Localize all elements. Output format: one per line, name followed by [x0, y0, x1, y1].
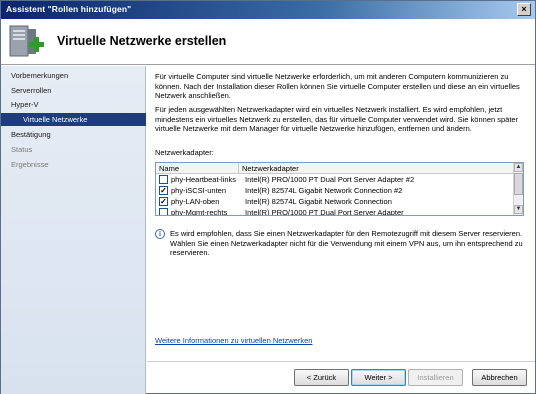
- sidebar-item-serverrollen[interactable]: Serverrollen: [1, 84, 146, 97]
- adapter-info-paragraph: Für jeden ausgewählten Netzwerkadapter w…: [155, 105, 519, 133]
- install-button: Installieren: [408, 369, 463, 386]
- info-icon: i: [155, 229, 165, 239]
- table-row[interactable]: ✓ phy-iSCSI-unten Intel(R) 82574L Gigabi…: [156, 185, 514, 196]
- column-header-adapter[interactable]: Netzwerkadapter: [239, 163, 514, 174]
- next-button[interactable]: Weiter >: [351, 369, 406, 386]
- row-checkbox[interactable]: ✓: [159, 186, 168, 195]
- close-icon[interactable]: ×: [517, 3, 531, 16]
- sidebar-item-vorbemerkungen[interactable]: Vorbemerkungen: [1, 69, 146, 82]
- wizard-header: Virtuelle Netzwerke erstellen: [1, 19, 535, 65]
- row-checkbox[interactable]: [159, 208, 168, 215]
- sidebar-item-bestaetigung[interactable]: Bestätigung: [1, 128, 146, 141]
- scroll-thumb[interactable]: [514, 173, 523, 195]
- cancel-button[interactable]: Abbrechen: [472, 369, 527, 386]
- page-title: Virtuelle Netzwerke erstellen: [57, 34, 227, 48]
- sidebar-item-virtuelle-netzwerke[interactable]: Virtuelle Netzwerke: [1, 113, 146, 126]
- adapters-label: Netzwerkadapter:: [155, 148, 214, 157]
- intro-paragraph: Für virtuelle Computer sind virtuelle Ne…: [155, 72, 520, 100]
- title-bar: Assistent "Rollen hinzufügen" ×: [1, 1, 535, 19]
- adapter-description: Intel(R) 82574L Gigabit Network Connecti…: [245, 186, 403, 195]
- column-header-name[interactable]: Name: [156, 163, 239, 174]
- table-row[interactable]: phy-Heartbeat-links Intel(R) PRO/1000 PT…: [156, 174, 514, 185]
- content-pane: Für virtuelle Computer sind virtuelle Ne…: [147, 66, 535, 361]
- back-button[interactable]: < Zurück: [294, 369, 349, 386]
- info-text: Es wird empfohlen, dass Sie einen Netzwe…: [170, 229, 523, 257]
- adapter-name: phy-LAN-oben: [171, 197, 220, 206]
- more-info-link[interactable]: Weitere Informationen zu virtuellen Netz…: [155, 336, 312, 345]
- scroll-down-icon[interactable]: ▼: [514, 205, 523, 214]
- wizard-steps-sidebar: Vorbemerkungen Serverrollen Hyper-V Virt…: [1, 66, 146, 394]
- table-row[interactable]: phy-Mgmt-rechts Intel(R) PRO/1000 PT Dua…: [156, 207, 514, 216]
- row-checkbox[interactable]: ✓: [159, 197, 168, 206]
- window-title: Assistent "Rollen hinzufügen": [6, 4, 132, 14]
- table-row[interactable]: ✓ phy-LAN-oben Intel(R) 82574L Gigabit N…: [156, 196, 514, 207]
- adapter-name: phy-Heartbeat-links: [171, 175, 237, 184]
- adapter-description: Intel(R) PRO/1000 PT Dual Port Server Ad…: [245, 175, 415, 184]
- adapter-description: Intel(R) PRO/1000 PT Dual Port Server Ad…: [245, 208, 404, 216]
- server-roles-add-icon: [9, 25, 44, 57]
- table-header: Name Netzwerkadapter: [156, 163, 514, 174]
- adapter-name: phy-iSCSI-unten: [171, 186, 227, 195]
- adapters-table[interactable]: Name Netzwerkadapter phy-Heartbeat-links…: [155, 162, 524, 216]
- sidebar-item-hyper-v[interactable]: Hyper-V: [1, 98, 146, 111]
- adapter-description: Intel(R) 82574L Gigabit Network Connecti…: [245, 197, 392, 206]
- scroll-up-icon[interactable]: ▲: [514, 163, 523, 172]
- table-scrollbar[interactable]: ▲ ▼: [513, 163, 523, 215]
- footer-divider: [147, 361, 535, 362]
- sidebar-item-ergebnisse: Ergebnisse: [11, 160, 49, 169]
- row-checkbox[interactable]: [159, 175, 168, 184]
- adapter-name: phy-Mgmt-rechts: [171, 208, 228, 216]
- wizard-window: Assistent "Rollen hinzufügen" × Virtuell…: [0, 0, 536, 394]
- sidebar-item-status: Status: [11, 145, 33, 154]
